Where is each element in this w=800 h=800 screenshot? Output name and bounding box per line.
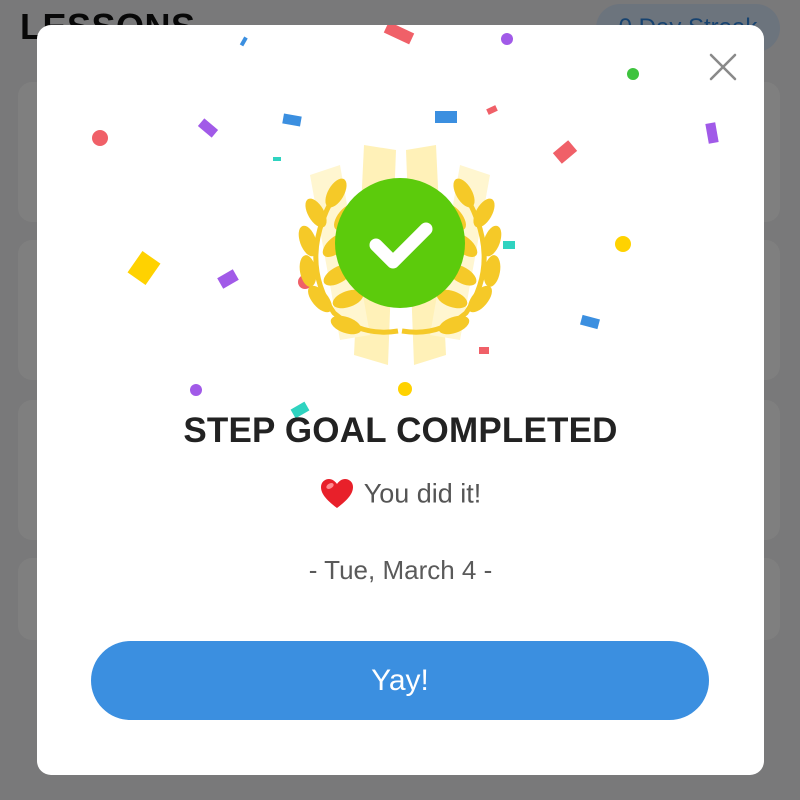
subtitle-text: You did it! [363, 478, 482, 509]
heart-icon [320, 478, 353, 508]
dialog-subtitle: You did it! [37, 477, 764, 510]
yay-button[interactable]: Yay! [91, 641, 709, 720]
dialog-title: STEP GOAL COMPLETED [183, 411, 618, 450]
close-icon[interactable] [705, 49, 741, 85]
laurel-check-badge-icon [298, 145, 502, 365]
completion-date: - Tue, March 4 - [308, 555, 493, 585]
goal-completed-dialog: STEP GOAL COMPLETED You did it! - Tue, M… [37, 25, 764, 775]
